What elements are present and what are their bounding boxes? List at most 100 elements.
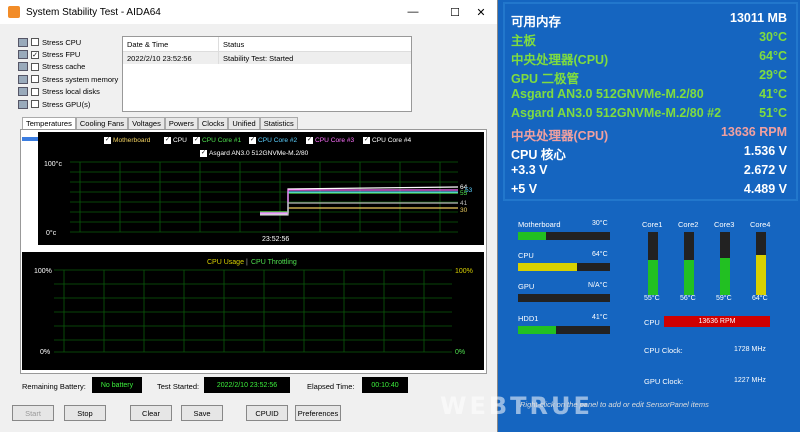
core-label: Core1 bbox=[642, 220, 663, 229]
motherboard-bar bbox=[518, 232, 610, 240]
sensor-value: 13011 MB bbox=[730, 11, 787, 25]
clear-button[interactable]: Clear bbox=[130, 405, 172, 421]
y-axis-max: 100°c bbox=[44, 160, 62, 168]
sensor-value: 51°C bbox=[759, 106, 787, 120]
sensor-row: CPU 核心 1.536 V bbox=[511, 144, 787, 163]
memory-icon bbox=[18, 74, 28, 84]
sensor-value: 2.672 V bbox=[743, 163, 787, 177]
stress-option-row[interactable]: Stress local disks bbox=[18, 86, 118, 98]
stress-option-row[interactable]: Stress system memory bbox=[18, 73, 118, 85]
y-left-max: 100% bbox=[34, 268, 52, 275]
tab-statistics[interactable]: Statistics bbox=[259, 117, 298, 129]
tab-unified[interactable]: Unified bbox=[228, 117, 260, 129]
tab-bar: Temperatures Cooling Fans Voltages Power… bbox=[22, 117, 298, 129]
core-value: 56°C bbox=[680, 295, 696, 302]
checkbox[interactable] bbox=[31, 87, 39, 96]
checkbox[interactable] bbox=[31, 38, 39, 47]
monitor-icon bbox=[18, 99, 28, 109]
test-started-value: 2022/2/10 23:52:56 bbox=[204, 377, 290, 393]
x-axis-tick: 23:52:56 bbox=[262, 236, 289, 243]
stress-fpu-label: Stress FPU bbox=[42, 50, 81, 60]
sensor-value: 64°C bbox=[759, 49, 787, 63]
core3-bar bbox=[720, 232, 730, 295]
sensor-label: +3.3 V bbox=[511, 163, 548, 177]
checkbox[interactable] bbox=[31, 100, 39, 109]
y-right-max: 100% bbox=[455, 268, 473, 275]
sensor-row: +5 V 4.489 V bbox=[511, 182, 787, 196]
sensor-value: 1.536 V bbox=[743, 144, 787, 158]
sensor-row: 主板 30°C bbox=[511, 30, 787, 49]
sensor-row: 中央处理器(CPU) 13636 RPM bbox=[511, 125, 787, 144]
stop-button[interactable]: Stop bbox=[64, 405, 106, 421]
disk-icon bbox=[18, 87, 28, 97]
bar-value: 30°C bbox=[592, 220, 608, 227]
legend-cpu-throttling: CPU Throttling bbox=[251, 259, 297, 266]
stress-option-row[interactable]: Stress cache bbox=[18, 61, 118, 73]
usage-plot: CPU Usage | CPU Throttling 100% 0% 100% … bbox=[34, 259, 473, 356]
cpu-bar bbox=[518, 263, 610, 271]
core-value: 59°C bbox=[716, 295, 732, 302]
sensor-row: GPU 二极管 29°C bbox=[511, 68, 787, 87]
gpu-clock-label: GPU Clock: bbox=[644, 377, 684, 386]
table-row[interactable]: 2022/2/10 23:52:56 Stability Test: Start… bbox=[123, 52, 411, 64]
sensor-label: Asgard AN3.0 512GNVMe-M.2/80 bbox=[511, 87, 704, 101]
checkbox[interactable]: ✓ bbox=[31, 50, 39, 59]
checkbox[interactable] bbox=[31, 62, 39, 71]
stress-option-row[interactable]: Stress GPU(s) bbox=[18, 98, 118, 110]
checkbox[interactable] bbox=[31, 75, 39, 84]
sensor-label: 中央处理器(CPU) bbox=[511, 129, 609, 143]
gpu-bar bbox=[518, 294, 610, 302]
stress-cpu-label: Stress CPU bbox=[42, 37, 82, 47]
battery-label: Remaining Battery: bbox=[22, 382, 86, 391]
series-motherboard bbox=[260, 207, 458, 213]
column-header[interactable]: Status bbox=[219, 37, 411, 51]
sensor-value: 4.489 V bbox=[743, 182, 787, 196]
stress-option-row[interactable]: ✓ Stress FPU bbox=[18, 48, 118, 60]
tab-clocks[interactable]: Clocks bbox=[197, 117, 229, 129]
title-bar[interactable]: System Stability Test - AIDA64 — ☐ ✕ bbox=[0, 0, 497, 24]
sensor-label: CPU 核心 bbox=[511, 148, 566, 162]
minimize-button[interactable]: — bbox=[396, 0, 430, 24]
tab-cooling-fans[interactable]: Cooling Fans bbox=[75, 117, 129, 129]
preferences-button[interactable]: Preferences bbox=[295, 405, 341, 421]
bar-fill bbox=[518, 263, 577, 271]
core-value: 64°C bbox=[752, 295, 768, 302]
sensor-panel-top[interactable]: 可用内存 13011 MB 主板 30°C 中央处理器(CPU) 64°C GPU 二… bbox=[503, 2, 798, 201]
sensor-value: 30°C bbox=[759, 30, 787, 44]
core-value: 55°C bbox=[644, 295, 660, 302]
series-ssd bbox=[260, 202, 458, 216]
close-button[interactable]: ✕ bbox=[464, 0, 498, 24]
y-right-min: 0% bbox=[455, 349, 465, 356]
stress-memory-label: Stress system memory bbox=[42, 74, 119, 84]
stress-gpu-label: Stress GPU(s) bbox=[42, 99, 91, 109]
sensor-value: 13636 RPM bbox=[720, 125, 787, 139]
legend-separator: | bbox=[246, 259, 248, 266]
column-header[interactable]: Date & Time bbox=[123, 37, 219, 51]
start-button[interactable]: Start bbox=[12, 405, 54, 421]
sensor-row: 中央处理器(CPU) 64°C bbox=[511, 49, 787, 68]
fpu-icon bbox=[18, 50, 28, 60]
fan-speed-bar: 13636 RPM bbox=[664, 316, 770, 327]
tab-temperatures[interactable]: Temperatures bbox=[22, 117, 76, 129]
table-cell: 2022/2/10 23:52:56 bbox=[123, 52, 219, 64]
stress-option-row[interactable]: Stress CPU bbox=[18, 36, 118, 48]
bar-value: 64°C bbox=[592, 251, 608, 258]
sensor-row: 可用内存 13011 MB bbox=[511, 11, 787, 30]
sensor-label: 中央处理器(CPU) bbox=[511, 53, 609, 67]
fan-label: CPU bbox=[644, 318, 660, 327]
tab-voltages[interactable]: Voltages bbox=[128, 117, 165, 129]
table-header: Date & Time Status bbox=[123, 37, 411, 52]
sensor-tree[interactable] bbox=[22, 137, 38, 141]
sensor-value: 41°C bbox=[759, 87, 787, 101]
series-end-label: 41 bbox=[460, 200, 468, 207]
core2-bar bbox=[684, 232, 694, 295]
save-button[interactable]: Save bbox=[181, 405, 223, 421]
cpuid-button[interactable]: CPUID bbox=[246, 405, 288, 421]
cpu-icon bbox=[18, 37, 28, 47]
elapsed-label: Elapsed Time: bbox=[307, 382, 355, 391]
tab-powers[interactable]: Powers bbox=[164, 117, 198, 129]
cpu-clock-label: CPU Clock: bbox=[644, 346, 683, 355]
core-label: Core3 bbox=[714, 220, 735, 229]
sensor-panel-hint: Right-click on the panel to add or edit … bbox=[520, 400, 709, 409]
sensor-row: +3.3 V 2.672 V bbox=[511, 163, 787, 177]
